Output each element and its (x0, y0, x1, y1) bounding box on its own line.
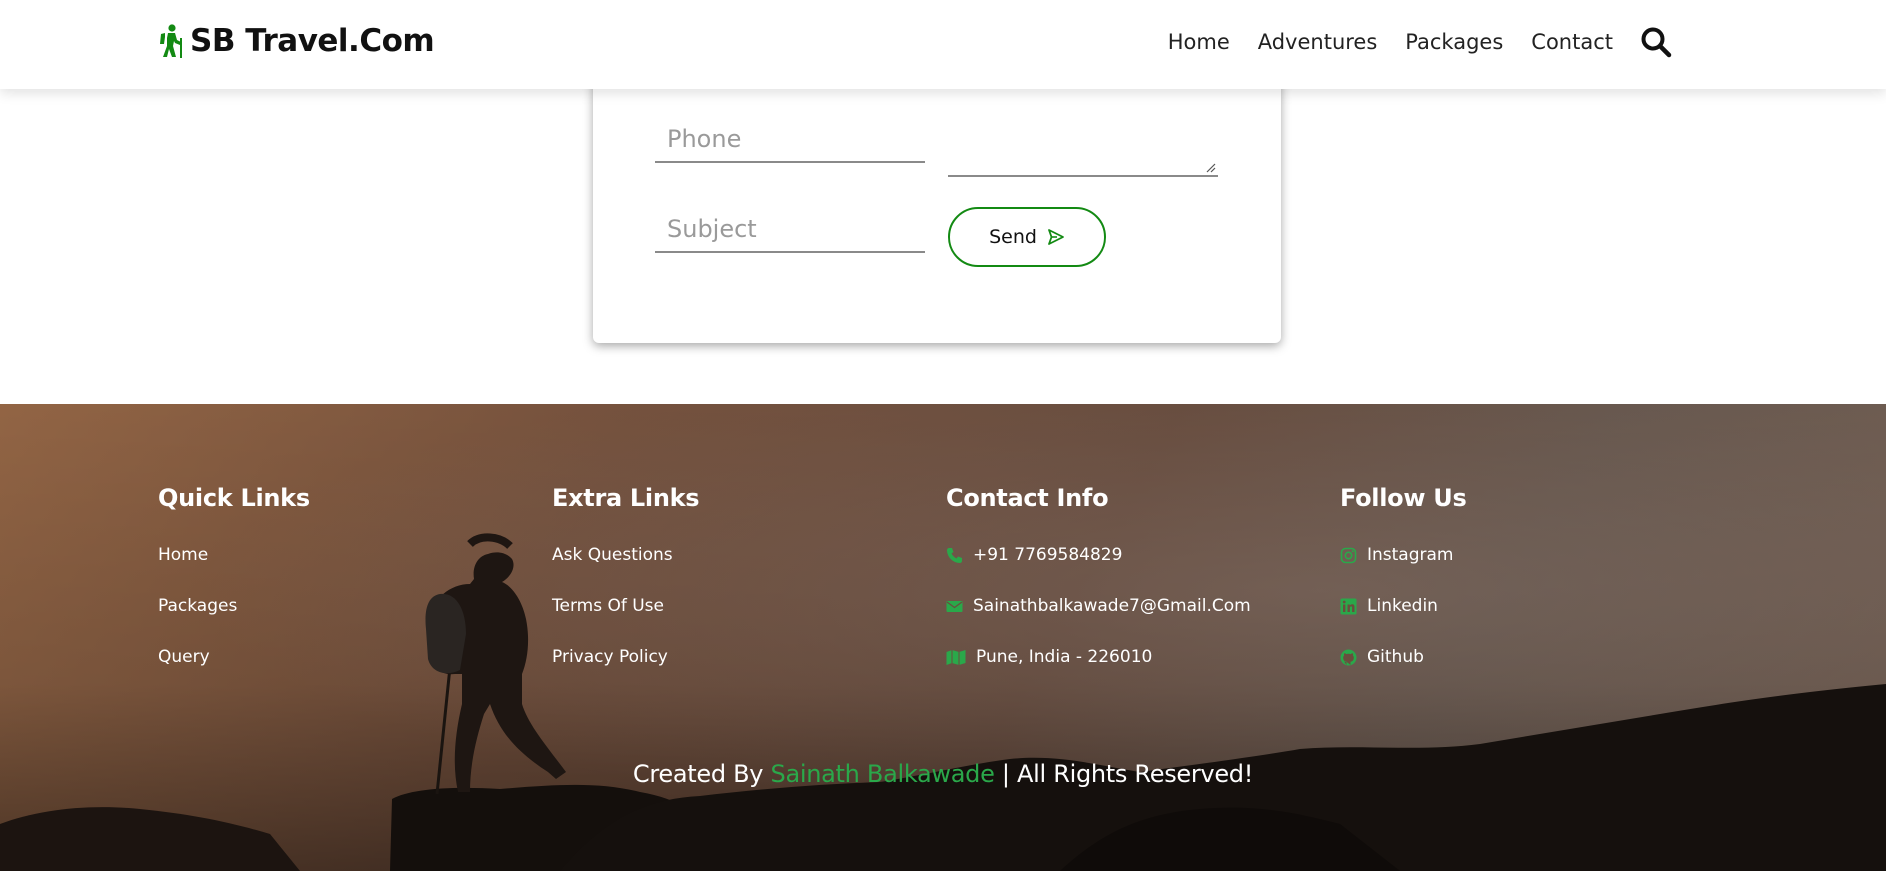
site-footer: Quick Links Home Packages Query Extra Li… (0, 404, 1886, 871)
resize-grip-icon[interactable] (1206, 163, 1216, 173)
site-logo[interactable]: SB Travel.Com (157, 20, 435, 62)
footer-link-privacy[interactable]: Privacy Policy (552, 646, 699, 668)
contact-email[interactable]: Sainathbalkawade7@Gmail.Com (946, 595, 1251, 617)
envelope-icon (946, 600, 963, 612)
send-label: Send (989, 226, 1037, 248)
message-underline (948, 175, 1218, 177)
instagram-icon (1340, 547, 1357, 563)
social-github[interactable]: Github (1340, 646, 1466, 668)
contact-address-text: Pune, India - 226010 (976, 647, 1153, 667)
quick-links-title: Quick Links (158, 484, 310, 512)
linkedin-icon (1340, 598, 1357, 614)
contact-info-column: Contact Info +91 7769584829 Sainathbalka… (946, 484, 1251, 697)
contact-address[interactable]: Pune, India - 226010 (946, 646, 1251, 668)
nav-contact[interactable]: Contact (1531, 30, 1613, 54)
footer-link-query[interactable]: Query (158, 646, 310, 668)
contact-email-text: Sainathbalkawade7@Gmail.Com (973, 596, 1251, 616)
follow-us-column: Follow Us Instagram Linkedin Github (1340, 484, 1467, 697)
footer-credit: Created By Sainath Balkawade | All Right… (0, 760, 1886, 788)
phone-input[interactable] (655, 117, 925, 163)
credit-author: Sainath Balkawade (770, 760, 995, 788)
contact-phone-text: +91 7769584829 (973, 545, 1123, 565)
follow-us-title: Follow Us (1340, 484, 1467, 512)
search-button[interactable] (1639, 25, 1673, 59)
social-linkedin[interactable]: Linkedin (1340, 595, 1466, 617)
paper-plane-icon (1048, 229, 1064, 245)
send-button[interactable]: Send (948, 207, 1106, 267)
github-icon (1340, 649, 1357, 665)
nav-adventures[interactable]: Adventures (1258, 30, 1378, 54)
footer-link-ask-questions[interactable]: Ask Questions (552, 544, 699, 566)
logo-text: SB Travel.Com (190, 23, 435, 59)
social-instagram[interactable]: Instagram (1340, 544, 1466, 566)
map-icon (946, 649, 966, 665)
phone-icon (947, 547, 962, 563)
footer-link-terms[interactable]: Terms Of Use (552, 595, 699, 617)
footer-link-home[interactable]: Home (158, 544, 310, 566)
hiker-icon (160, 24, 182, 58)
credit-prefix: Created By (632, 760, 771, 788)
credit-suffix: | All Rights Reserved! (994, 760, 1254, 788)
nav-home[interactable]: Home (1168, 30, 1230, 54)
quick-links-column: Quick Links Home Packages Query (158, 484, 310, 697)
subject-input[interactable] (655, 207, 925, 253)
social-github-text: Github (1367, 647, 1424, 667)
social-instagram-text: Instagram (1367, 545, 1454, 565)
extra-links-column: Extra Links Ask Questions Terms Of Use P… (552, 484, 700, 697)
site-header: SB Travel.Com Home Adventures Packages C… (0, 0, 1886, 89)
contact-form-card: Send (593, 60, 1281, 343)
search-icon (1641, 27, 1672, 58)
footer-link-packages[interactable]: Packages (158, 595, 310, 617)
contact-phone[interactable]: +91 7769584829 (946, 544, 1251, 566)
main-nav: Home Adventures Packages Contact (1168, 24, 1673, 60)
contact-info-title: Contact Info (946, 484, 1109, 512)
extra-links-title: Extra Links (552, 484, 700, 512)
social-linkedin-text: Linkedin (1367, 596, 1438, 616)
nav-packages[interactable]: Packages (1405, 30, 1503, 54)
